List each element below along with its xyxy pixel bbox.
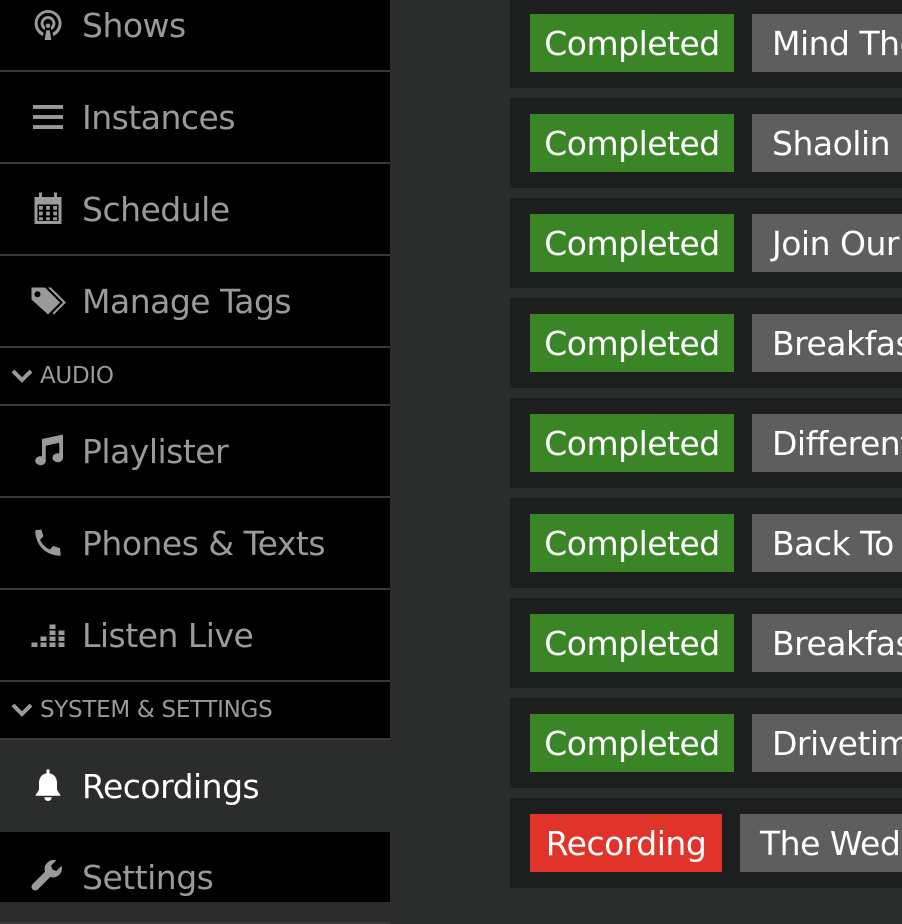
sidebar-item-manage-tags[interactable]: Manage Tags [0,256,390,348]
status-badge: Completed [530,114,734,172]
recording-title[interactable]: Join Our C [752,214,902,272]
recording-title[interactable]: Back To T [752,514,902,572]
sidebar-item-recordings[interactable]: Recordings [0,740,390,832]
status-badge: Completed [530,514,734,572]
sidebar-item-label: Phones & Texts [82,523,326,563]
sidebar-item-playlister[interactable]: Playlister [0,406,390,498]
wrench-icon [28,857,68,897]
chevron-down-icon [10,364,34,388]
recording-title[interactable]: The Wedn [740,814,902,872]
sidebar-item-schedule[interactable]: Schedule [0,164,390,256]
phone-icon [28,523,68,563]
status-badge: Completed [530,714,734,772]
status-badge: Recording [530,814,722,872]
status-badge: Completed [530,414,734,472]
sidebar-item-instances[interactable]: Instances [0,72,390,164]
sidebar-item-label: Recordings [82,766,260,806]
sidebar-item-label: Instances [82,97,236,137]
recording-row: Completed Shaolin D [510,98,902,188]
section-header-label: AUDIO [40,363,114,389]
sidebar-item-label: Settings [82,857,214,897]
chevron-down-icon [10,698,34,722]
recording-title[interactable]: Drivetime [752,714,902,772]
sidebar-item-shows[interactable]: Shows [0,0,390,72]
bell-icon [28,766,68,806]
recording-row: Completed Mind The Gap [510,0,902,88]
recording-row: Completed Drivetime [510,698,902,788]
recording-title[interactable]: Different [752,414,902,472]
recording-row: Completed Different [510,398,902,488]
recording-row: Completed Breakfast [510,298,902,388]
sidebar-item-label: Playlister [82,431,229,471]
sidebar-item-phones-texts[interactable]: Phones & Texts [0,498,390,590]
music-note-icon [28,431,68,471]
recording-row: Completed Back To T [510,498,902,588]
section-header-system-settings[interactable]: SYSTEM & SETTINGS [0,682,390,740]
sidebar-item-label: Schedule [82,189,230,229]
section-header-label: SYSTEM & SETTINGS [40,697,273,723]
sidebar-item-settings[interactable]: Settings [0,832,390,924]
recording-title[interactable]: Shaolin D [752,114,902,172]
podcast-icon [28,5,68,45]
status-badge: Completed [530,314,734,372]
sidebar-item-label: Shows [82,5,186,45]
calendar-icon [28,189,68,229]
recording-title[interactable]: Breakfast [752,614,902,672]
list-icon [28,97,68,137]
recording-title[interactable]: Mind The Gap [752,14,902,72]
sidebar-item-listen-live[interactable]: Listen Live [0,590,390,682]
sidebar-item-label: Listen Live [82,615,254,655]
sidebar-item-label: Manage Tags [82,281,292,321]
recording-row: Recording The Wedn [510,798,902,888]
equalizer-icon [28,615,68,655]
section-header-audio[interactable]: AUDIO [0,348,390,406]
recording-row: Completed Breakfast [510,598,902,688]
sidebar: Shows Instances Schedule Manage Tags AUD… [0,0,390,924]
status-badge: Completed [530,614,734,672]
status-badge: Completed [530,214,734,272]
recording-row: Completed Join Our C [510,198,902,288]
recording-title[interactable]: Breakfast [752,314,902,372]
tags-icon [28,281,68,321]
status-badge: Completed [530,14,734,72]
